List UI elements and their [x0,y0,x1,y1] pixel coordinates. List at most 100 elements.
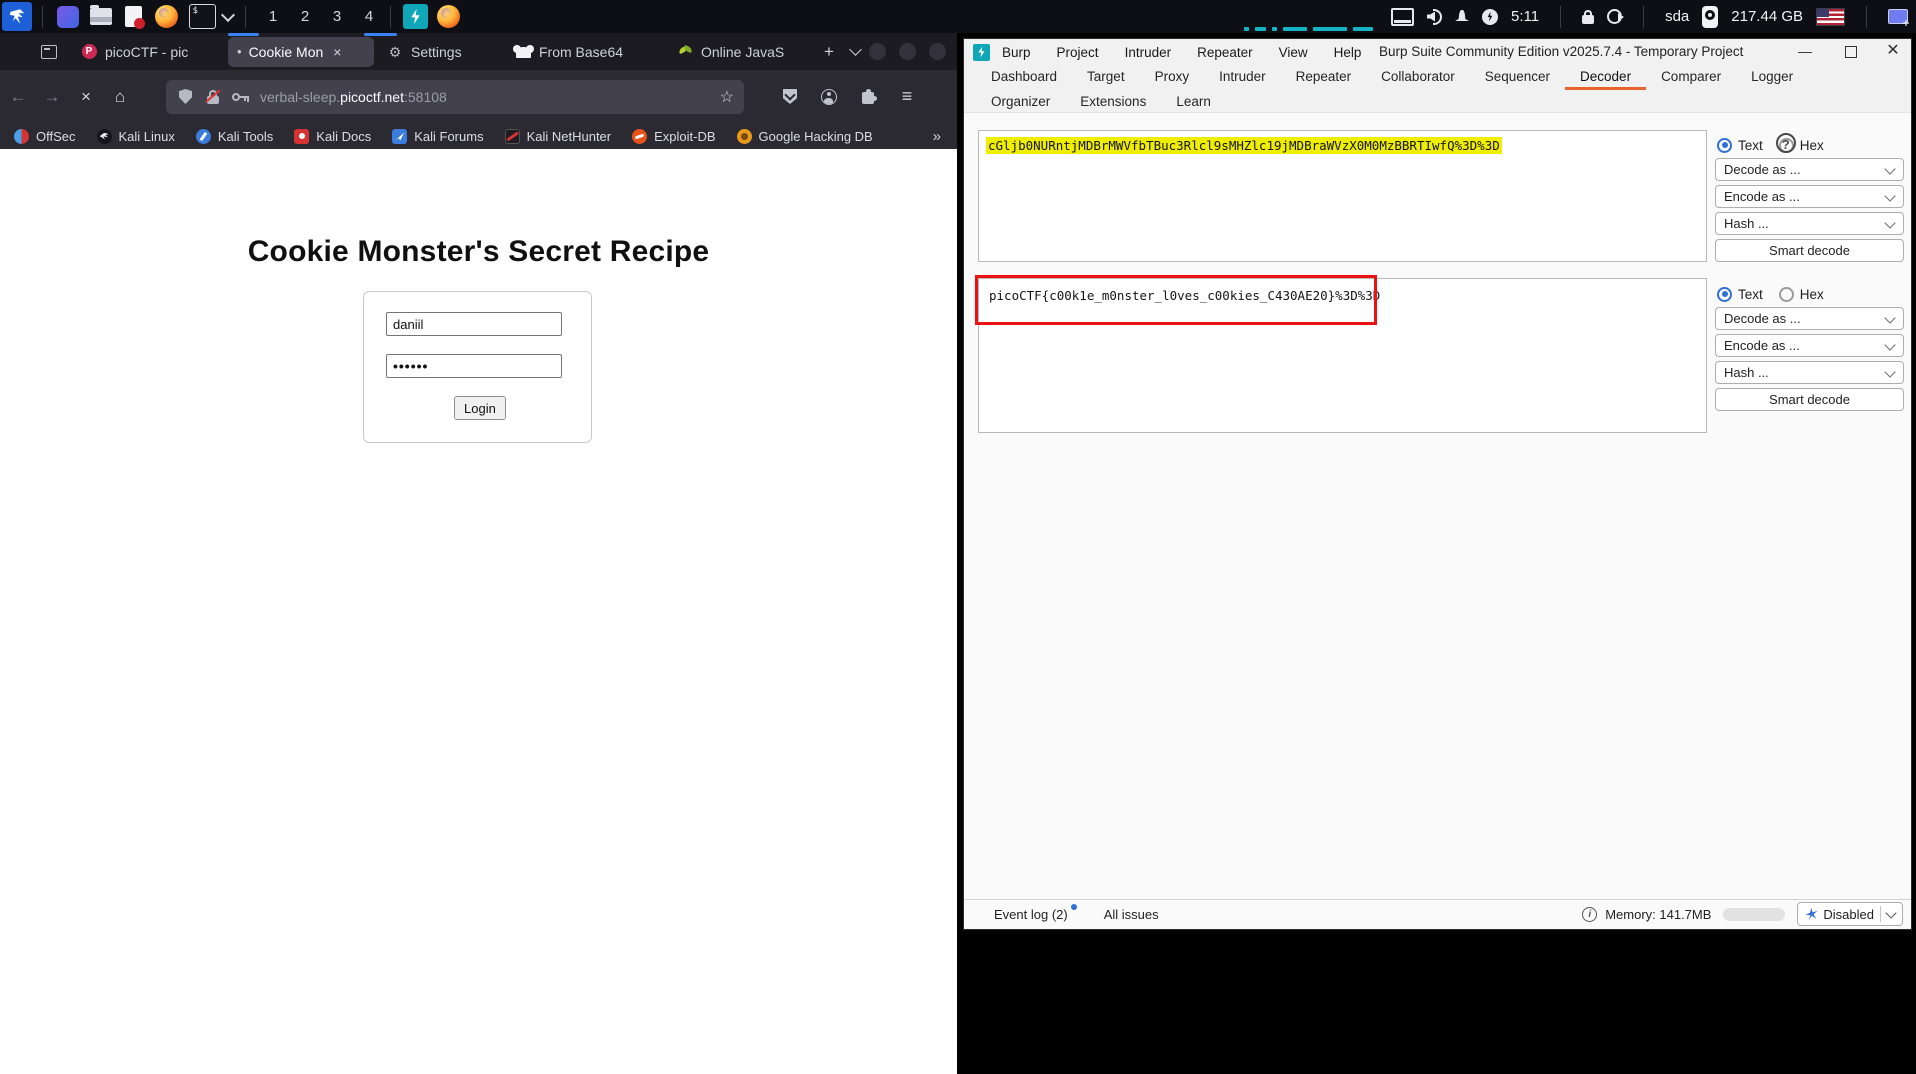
minimize-button[interactable]: — [1792,39,1818,65]
password-key-icon[interactable] [232,89,250,105]
extensions-button[interactable] [854,83,882,111]
account-button[interactable] [815,83,843,111]
login-button[interactable]: Login [454,396,506,420]
tab-extensions[interactable]: Extensions [1065,94,1161,109]
workspace-1[interactable]: 1 [260,8,286,25]
screenshot-tool-icon[interactable] [1888,9,1908,24]
tab-sequencer[interactable]: Sequencer [1470,69,1565,90]
close-button[interactable] [929,43,946,60]
menu-help[interactable]: Help [1334,45,1362,60]
menu-intruder[interactable]: Intruder [1125,45,1172,60]
bookmark-kali-forums[interactable]: Kali Forums [392,129,483,144]
bookmarks-overflow-button[interactable]: » [933,128,941,145]
tab-intruder[interactable]: Intruder [1204,69,1281,90]
tab-close-icon[interactable]: × [333,44,341,60]
minimize-button[interactable] [869,43,886,60]
clock[interactable]: 5:11 [1511,8,1539,25]
tracking-protection-shield-icon[interactable] [179,89,192,104]
hex-radio[interactable] [1779,287,1794,302]
logout-icon[interactable] [1607,9,1622,24]
new-tab-button[interactable]: + [816,39,842,65]
tab-settings[interactable]: ⚙ Settings [378,37,502,67]
menu-repeater[interactable]: Repeater [1197,45,1253,60]
url-bar[interactable]: verbal-sleep.picoctf.net:58108 ☆ [166,80,744,114]
tab-decoder[interactable]: Decoder [1565,69,1646,90]
show-desktop-button[interactable] [55,4,80,29]
username-field[interactable] [386,312,562,336]
maximize-button[interactable] [1838,39,1864,65]
bookmark-google-hacking-db[interactable]: Google Hacking DB [737,129,873,144]
event-log-button[interactable]: Event log (2) [994,907,1068,922]
hash-dropdown[interactable]: Hash ... [1715,361,1904,384]
bookmark-star-icon[interactable]: ☆ [720,87,734,107]
all-issues-button[interactable]: All issues [1104,907,1159,922]
file-manager-launcher[interactable] [88,4,113,29]
kali-menu-button[interactable] [2,2,32,31]
bookmark-kali-nethunter[interactable]: Kali NetHunter [505,129,612,144]
encoded-text[interactable]: cGljb0NURntjMDBrMWVfbTBuc3Rlcl9sMHZlc19j… [986,137,1502,154]
taskbar-firefox-window[interactable] [436,4,461,29]
insecure-connection-lock-icon[interactable] [206,89,220,105]
tab-collaborator[interactable]: Collaborator [1366,69,1470,90]
bookmark-kali-linux[interactable]: Kali Linux [97,129,175,144]
firefox-view-button[interactable] [36,40,62,64]
bookmark-offsec[interactable]: OffSec [14,129,76,144]
tab-picoctf[interactable]: P picoCTF - pic [72,37,224,67]
home-button[interactable]: ⌂ [104,82,136,112]
tab-cyberchef[interactable]: From Base64 [506,37,664,67]
taskbar-burp-window[interactable] [403,4,428,29]
decoder-input-editor[interactable]: cGljb0NURntjMDBrMWVfbTBuc3Rlcl9sMHZlc19j… [978,130,1707,262]
encode-as-dropdown[interactable]: Encode as ... [1715,334,1904,357]
workspace-2[interactable]: 2 [292,8,318,25]
usb-disk-icon[interactable] [1702,6,1718,28]
display-settings-icon[interactable] [1391,8,1414,26]
smart-decode-button[interactable]: Smart decode [1715,388,1904,411]
back-button[interactable]: ← [2,82,34,112]
keyboard-layout-us-flag-icon[interactable] [1816,8,1845,26]
text-radio[interactable] [1717,287,1732,302]
hash-dropdown[interactable]: Hash ... [1715,212,1904,235]
info-icon[interactable]: i [1582,907,1597,922]
tab-comparer[interactable]: Comparer [1646,69,1736,90]
tab-cookie-monster[interactable]: • Cookie Mon × [228,37,374,67]
save-to-pocket-button[interactable] [776,83,804,111]
help-icon[interactable]: ? [1776,133,1796,153]
notifications-icon[interactable] [1455,10,1469,24]
tab-online-javascript[interactable]: Online JavaS [668,37,812,67]
decode-as-dropdown[interactable]: Decode as ... [1715,158,1904,181]
workspace-4[interactable]: 4 [356,8,382,25]
terminal-launcher[interactable]: $ [187,4,217,29]
tab-repeater[interactable]: Repeater [1281,69,1367,90]
tab-logger[interactable]: Logger [1736,69,1808,90]
text-editor-launcher[interactable] [121,4,146,29]
tab-dashboard[interactable]: Dashboard [976,69,1072,90]
decode-as-dropdown[interactable]: Decode as ... [1715,307,1904,330]
app-menu-button[interactable]: ≡ [893,83,921,111]
menu-burp[interactable]: Burp [1002,45,1031,60]
tab-target[interactable]: Target [1072,69,1140,90]
text-radio[interactable] [1717,138,1732,153]
lock-screen-icon[interactable] [1582,15,1594,24]
power-manager-icon[interactable] [1482,9,1498,25]
volume-icon[interactable] [1427,9,1442,25]
smart-decode-button[interactable]: Smart decode [1715,239,1904,262]
firefox-launcher[interactable] [154,4,179,29]
stop-button[interactable]: × [70,82,102,112]
password-field[interactable] [386,354,562,378]
bookmark-kali-tools[interactable]: Kali Tools [196,129,273,144]
list-all-tabs-button[interactable] [842,39,868,65]
tab-proxy[interactable]: Proxy [1140,69,1205,90]
menu-project[interactable]: Project [1057,45,1099,60]
menu-view[interactable]: View [1279,45,1308,60]
intercept-status-dropdown[interactable]: Disabled [1797,902,1903,926]
bookmark-exploit-db[interactable]: Exploit-DB [632,129,715,144]
tab-organizer[interactable]: Organizer [976,94,1065,109]
workspace-3[interactable]: 3 [324,8,350,25]
encode-as-dropdown[interactable]: Encode as ... [1715,185,1904,208]
close-button[interactable]: ✕ [1880,39,1906,65]
forward-button[interactable]: → [36,82,68,112]
tab-learn[interactable]: Learn [1161,94,1226,109]
url-text[interactable]: verbal-sleep.picoctf.net:58108 [260,89,447,105]
bookmark-kali-docs[interactable]: Kali Docs [294,129,371,144]
maximize-button[interactable] [899,43,916,60]
